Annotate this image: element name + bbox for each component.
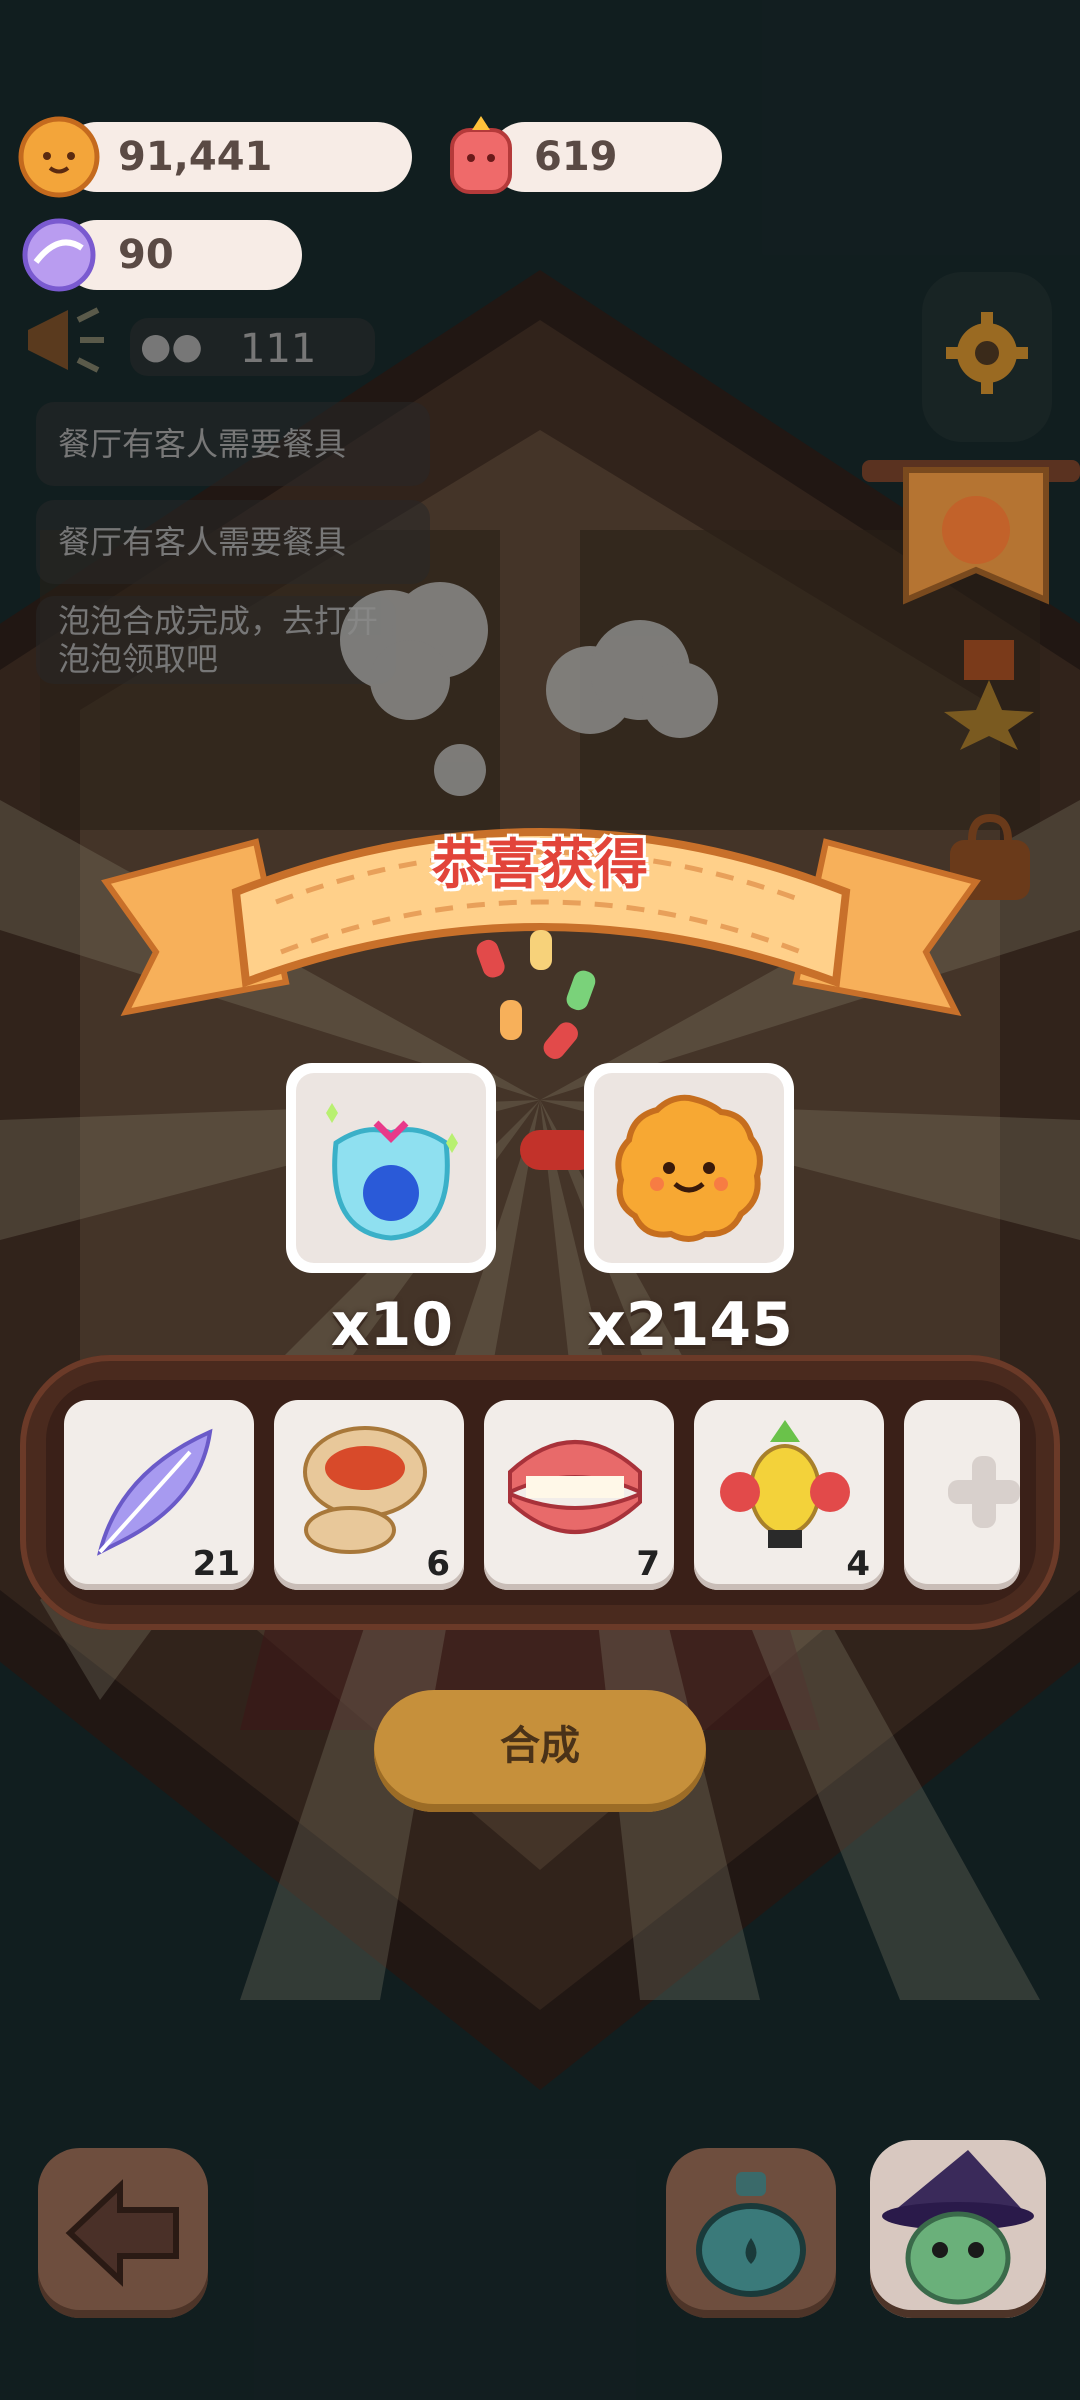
candy-icon <box>22 218 96 292</box>
dentures-icon <box>508 1440 642 1534</box>
card-background <box>594 1073 784 1263</box>
settings-button[interactable] <box>922 272 1052 442</box>
reward-quantity: x2145 <box>587 1290 793 1360</box>
potion-button[interactable] <box>666 2148 836 2318</box>
ingredient-slot[interactable]: 21 <box>64 1400 254 1590</box>
candle-gem-icon <box>450 116 512 194</box>
reward-card[interactable] <box>584 1063 794 1273</box>
sparkle-bag-icon <box>326 1103 458 1241</box>
add-slot-button[interactable] <box>904 1400 1020 1590</box>
visitor-count: 111 <box>240 326 317 372</box>
ingredient-slot[interactable]: 6 <box>274 1400 464 1590</box>
cookie-count: 91,441 <box>118 134 273 180</box>
potion-icon <box>696 2172 806 2297</box>
cookie-icon <box>18 116 100 198</box>
witch-avatar-button[interactable] <box>870 2140 1046 2318</box>
back-arrow-icon <box>65 2179 179 2287</box>
gem-currency[interactable]: 619 <box>490 122 722 192</box>
card-background <box>296 1073 486 1263</box>
smoke-clouds <box>340 582 718 796</box>
synthesize-button[interactable]: 合成 <box>374 1690 706 1812</box>
gear-icon <box>946 312 1028 394</box>
gem-count: 619 <box>534 134 618 180</box>
slot-count: 21 <box>192 1544 240 1584</box>
dumpling-icon <box>303 1426 427 1554</box>
ingredient-slot[interactable]: 7 <box>484 1400 674 1590</box>
pineapple-boxer-icon <box>720 1420 850 1548</box>
congrats-title: 恭喜获得 <box>432 833 648 896</box>
notice-message[interactable]: 餐厅有客人需要餐具 <box>36 402 430 486</box>
medal-icon[interactable] <box>944 640 1034 750</box>
ingredient-slot[interactable]: 4 <box>694 1400 884 1590</box>
slot-count: 7 <box>636 1544 660 1584</box>
back-button[interactable] <box>38 2148 208 2318</box>
reward-quantity: x10 <box>330 1290 454 1360</box>
visitors-icon: ●● <box>140 326 203 367</box>
slot-count: 6 <box>426 1544 450 1584</box>
notice-message[interactable]: 餐厅有客人需要餐具 <box>36 500 430 584</box>
slot-count: 4 <box>846 1544 870 1584</box>
cookie-icon <box>615 1094 763 1242</box>
megaphone-icon[interactable] <box>18 300 108 380</box>
witch-icon <box>882 2150 1034 2305</box>
shop-banner-button[interactable] <box>862 450 1080 620</box>
candy-count: 90 <box>118 232 174 278</box>
feather-icon <box>97 1428 213 1556</box>
cookie-currency[interactable]: 91,441 <box>62 122 412 192</box>
visitor-badge: ●● 111 <box>130 318 375 376</box>
plus-icon <box>948 1456 1020 1528</box>
reward-card[interactable] <box>286 1063 496 1273</box>
